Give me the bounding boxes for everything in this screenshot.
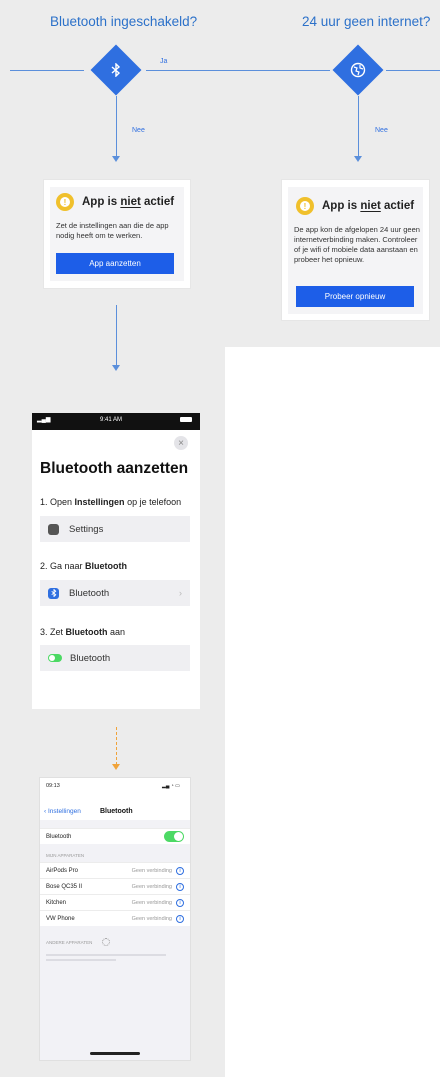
bluetooth-switch-row: Bluetooth (40, 828, 190, 844)
section-spacer (40, 820, 190, 828)
internet-question: 24 uur geen internet? (302, 14, 431, 29)
bluetooth-question: Bluetooth ingeschakeld? (50, 14, 198, 29)
bluetooth-toggle-label: Bluetooth (70, 652, 111, 664)
signal-icon: ▂▄▆ (37, 417, 51, 423)
device-name: Bose QC35 II (46, 883, 83, 890)
warning-icon: ! (296, 197, 314, 215)
status-icons: ▂▄ ◔ ▭ (162, 783, 180, 789)
bluetooth-icon (90, 44, 142, 96)
flow-line-no-internet (358, 96, 359, 156)
device-name: Kitchen (46, 899, 67, 906)
bluetooth-row-label: Bluetooth (69, 587, 110, 599)
bluetooth-switch-label: Bluetooth (46, 833, 72, 840)
placeholder-line (46, 959, 116, 961)
device-name: VW Phone (46, 915, 75, 922)
info-icon[interactable]: i (176, 866, 184, 875)
device-status: Geen verbinding (131, 867, 172, 874)
bluetooth-settings-row: Bluetooth › (40, 580, 190, 606)
card-title: App is niet actief (322, 200, 415, 212)
internet-inactive-card: ! App is niet actief De app kon de afgel… (282, 180, 429, 320)
app-aanzetten-button[interactable]: App aanzetten (56, 253, 174, 274)
arrow-head (112, 365, 120, 371)
globe-icon (332, 44, 384, 96)
yes-label: Ja (160, 58, 168, 65)
no-label-bluetooth: Nee (132, 127, 145, 134)
step-3: 3. Zet Bluetooth aan (40, 627, 126, 637)
bluetooth-toggle-row: Bluetooth (40, 645, 190, 671)
step-1: 1. Open Instellingen op je telefoon (40, 497, 182, 507)
settings-gear-icon (48, 523, 59, 535)
device-row[interactable]: Bose QC35 II Geen verbinding i (40, 878, 190, 894)
step-2: 2. Ga naar Bluetooth (40, 561, 128, 571)
flow-line-in (10, 70, 84, 71)
device-row[interactable]: Kitchen Geen verbinding i (40, 894, 190, 910)
device-status: Geen verbinding (131, 883, 172, 890)
ios-bluetooth-settings-screen: 09:13 ▂▄ ◔ ▭ ‹ Instellingen Bluetooth Bl… (40, 778, 190, 1060)
devices-header: MIJN APPARATEN (46, 853, 85, 858)
status-time: 9:41 AM (100, 417, 123, 423)
home-indicator (90, 1052, 140, 1055)
warning-icon: ! (56, 193, 74, 211)
bluetooth-inactive-card: ! App is niet actief Zet de instellingen… (44, 180, 190, 288)
section-spacer: MIJN APPARATEN (40, 844, 190, 862)
flow-line-to-instructions (116, 305, 117, 365)
settings-row: Settings (40, 516, 190, 542)
instructions-sheet: × Bluetooth aanzetten 1. Open Instelling… (32, 430, 200, 709)
loading-spinner-icon (102, 938, 110, 946)
device-row[interactable]: AirPods Pro Geen verbinding i (40, 862, 190, 878)
arrow-head (112, 764, 120, 770)
no-label-internet: Nee (375, 127, 388, 134)
battery-icon (180, 417, 192, 422)
other-devices-header: ANDERE APPARATEN (46, 940, 93, 945)
card-message: De app kon de afgelopen 24 uur geen inte… (294, 225, 420, 264)
flow-line-out (386, 70, 440, 71)
arrow-head (354, 156, 362, 162)
info-icon[interactable]: i (176, 898, 184, 907)
probeer-opnieuw-button[interactable]: Probeer opnieuw (296, 286, 414, 307)
flow-line-yes (146, 70, 330, 71)
toggle-icon (48, 654, 62, 662)
bluetooth-instructions-screen: ▂▄▆ 9:41 AM × Bluetooth aanzetten 1. Ope… (32, 413, 200, 709)
close-icon[interactable]: × (174, 436, 188, 450)
other-devices-section: ANDERE APPARATEN (40, 926, 190, 1060)
settings-row-label: Settings (69, 523, 104, 535)
flow-line-no-bluetooth (116, 96, 117, 156)
info-icon[interactable]: i (176, 882, 184, 891)
settings-title: Bluetooth (100, 808, 133, 815)
back-button[interactable]: ‹ Instellingen (44, 808, 81, 815)
instructions-title: Bluetooth aanzetten (40, 460, 189, 477)
info-icon[interactable]: i (176, 914, 184, 923)
bluetooth-icon (48, 587, 59, 599)
device-name: AirPods Pro (46, 867, 79, 874)
arrow-head (112, 156, 120, 162)
placeholder-line (46, 954, 166, 956)
device-status: Geen verbinding (131, 915, 172, 922)
device-status: Geen verbinding (131, 899, 172, 906)
status-time: 09:13 (46, 783, 60, 789)
card-title: App is niet actief (82, 196, 175, 208)
status-bar: ▂▄▆ 9:41 AM (32, 413, 200, 430)
bluetooth-toggle[interactable] (164, 831, 184, 842)
chevron-right-icon: › (178, 587, 182, 599)
flow-line-dashed (116, 727, 117, 765)
device-row[interactable]: VW Phone Geen verbinding i (40, 910, 190, 926)
card-message: Zet de instellingen aan die de app nodig… (56, 221, 169, 240)
